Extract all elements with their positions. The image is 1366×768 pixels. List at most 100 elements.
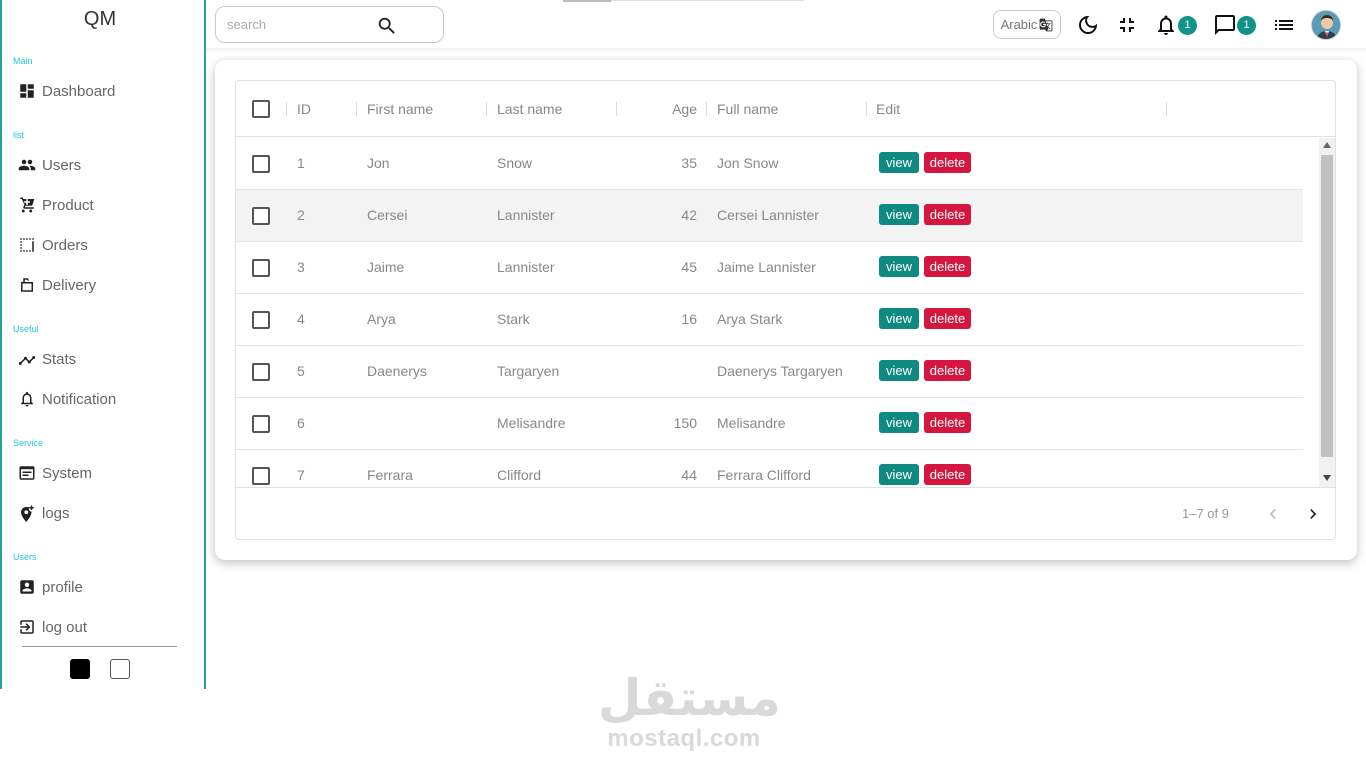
- delete-button[interactable]: delete: [924, 256, 971, 277]
- cell-id: 5: [297, 363, 305, 379]
- section-title-main: Main: [13, 56, 33, 66]
- theme-dark-swatch[interactable]: [70, 659, 90, 679]
- delete-button[interactable]: delete: [924, 464, 971, 485]
- cell-id: 2: [297, 207, 305, 223]
- sidebar-item-notification[interactable]: Notification: [18, 387, 116, 411]
- view-button[interactable]: view: [879, 412, 919, 433]
- view-button[interactable]: view: [879, 464, 919, 485]
- topbar-shadow: [206, 48, 1366, 54]
- cell-id: 3: [297, 259, 305, 275]
- sidebar-item-label: System: [42, 464, 93, 482]
- cell-first-name: Jon: [367, 155, 390, 171]
- table-row[interactable]: 2 Cersei Lannister 42 Cersei Lannister v…: [236, 190, 1303, 242]
- search-input[interactable]: [227, 17, 377, 32]
- sidebar-item-label: Product: [42, 196, 94, 214]
- search-box: [215, 6, 444, 43]
- table-row[interactable]: 1 Jon Snow 35 Jon Snow view delete: [236, 138, 1303, 190]
- sidebar-item-stats[interactable]: Stats: [18, 347, 76, 371]
- cell-last-name: Clifford: [497, 467, 542, 483]
- cell-first-name: Daenerys: [367, 363, 427, 379]
- cell-first-name: Arya: [367, 311, 396, 327]
- sidebar-item-label: Dashboard: [42, 82, 116, 100]
- cell-age: 150: [673, 415, 697, 431]
- cell-full-name: Jon Snow: [717, 155, 779, 171]
- stats-icon: [18, 356, 36, 365]
- table-row[interactable]: 4 Arya Stark 16 Arya Stark view delete: [236, 294, 1303, 346]
- row-checkbox[interactable]: [252, 311, 270, 329]
- cell-full-name: Jaime Lannister: [717, 259, 816, 275]
- fullscreen-exit-icon[interactable]: [1115, 13, 1139, 37]
- chat-icon[interactable]: [1213, 13, 1237, 37]
- search-icon[interactable]: [376, 15, 398, 37]
- scroll-up-arrow-icon[interactable]: [1323, 142, 1331, 148]
- delete-button[interactable]: delete: [924, 204, 971, 225]
- sidebar-item-users[interactable]: Users: [18, 153, 81, 177]
- column-header-age[interactable]: Age: [616, 81, 697, 137]
- select-all-checkbox[interactable]: [252, 100, 270, 118]
- next-page-icon[interactable]: [1303, 504, 1323, 524]
- sidebar-item-logout[interactable]: log out: [18, 615, 87, 639]
- cell-id: 4: [297, 311, 305, 327]
- cell-first-name: Cersei: [367, 207, 408, 223]
- row-checkbox[interactable]: [252, 155, 270, 173]
- grid-footer: 1–7 of 9: [236, 487, 1335, 539]
- message-badge: 1: [1237, 16, 1256, 35]
- view-button[interactable]: view: [879, 360, 919, 381]
- theme-light-swatch[interactable]: [110, 659, 130, 679]
- delete-button[interactable]: delete: [924, 412, 971, 433]
- row-checkbox[interactable]: [252, 467, 270, 485]
- list-menu-icon[interactable]: [1272, 13, 1296, 37]
- column-header-full-name[interactable]: Full name: [717, 81, 778, 137]
- view-button[interactable]: view: [879, 204, 919, 225]
- column-header-first-name[interactable]: First name: [367, 81, 433, 137]
- cell-last-name: Stark: [497, 311, 530, 327]
- row-checkbox[interactable]: [252, 207, 270, 225]
- table-row[interactable]: 5 Daenerys Targaryen Daenerys Targaryen …: [236, 346, 1303, 398]
- row-checkbox[interactable]: [252, 259, 270, 277]
- users-icon: [18, 159, 36, 171]
- sidebar-item-profile[interactable]: profile: [18, 575, 83, 599]
- sidebar-divider: [22, 646, 177, 647]
- language-button[interactable]: Arabic: [993, 10, 1061, 39]
- view-button[interactable]: view: [879, 308, 919, 329]
- language-label: Arabic: [1000, 17, 1038, 32]
- cell-full-name: Arya Stark: [717, 311, 783, 327]
- row-checkbox[interactable]: [252, 415, 270, 433]
- table-row[interactable]: 7 Ferrara Clifford 44 Ferrara Clifford v…: [236, 450, 1303, 487]
- data-grid: ID First name Last name Age Full name Ed…: [235, 80, 1336, 540]
- scroll-down-arrow-icon[interactable]: [1323, 475, 1331, 481]
- table-row[interactable]: 3 Jaime Lannister 45 Jaime Lannister vie…: [236, 242, 1303, 294]
- scroll-thumb[interactable]: [1321, 155, 1333, 457]
- column-separator: [1166, 102, 1167, 116]
- sidebar-item-delivery[interactable]: Delivery: [18, 273, 96, 297]
- vertical-scrollbar[interactable]: [1319, 138, 1335, 487]
- column-separator: [356, 102, 357, 116]
- delete-button[interactable]: delete: [924, 308, 971, 329]
- sidebar: QM Main Dashboard list Users Product Ord…: [0, 0, 206, 689]
- column-header-edit[interactable]: Edit: [876, 81, 900, 137]
- previous-page-icon[interactable]: [1263, 504, 1283, 524]
- logout-icon: [20, 620, 34, 634]
- avatar[interactable]: [1311, 10, 1341, 40]
- section-title-list: list: [13, 130, 24, 140]
- sidebar-item-logs[interactable]: logs: [18, 501, 70, 525]
- sidebar-item-product[interactable]: Product: [18, 193, 94, 217]
- sidebar-item-dashboard[interactable]: Dashboard: [18, 79, 115, 103]
- section-title-useful: Useful: [13, 324, 39, 334]
- sidebar-item-label: log out: [42, 618, 88, 636]
- notification-bell-icon[interactable]: [1154, 13, 1178, 37]
- delete-button[interactable]: delete: [924, 152, 971, 173]
- table-row[interactable]: 6 Melisandre 150 Melisandre view delete: [236, 398, 1303, 450]
- cell-last-name: Lannister: [497, 259, 555, 275]
- row-checkbox[interactable]: [252, 363, 270, 381]
- section-title-users: Users: [13, 552, 37, 562]
- sidebar-item-orders[interactable]: Orders: [18, 233, 88, 257]
- view-button[interactable]: view: [879, 256, 919, 277]
- pagination-range: 1–7 of 9: [1182, 506, 1229, 521]
- column-header-id[interactable]: ID: [297, 81, 311, 137]
- column-header-last-name[interactable]: Last name: [497, 81, 562, 137]
- delete-button[interactable]: delete: [924, 360, 971, 381]
- sidebar-item-system[interactable]: System: [18, 461, 92, 485]
- view-button[interactable]: view: [879, 152, 919, 173]
- dark-mode-icon[interactable]: [1076, 13, 1100, 37]
